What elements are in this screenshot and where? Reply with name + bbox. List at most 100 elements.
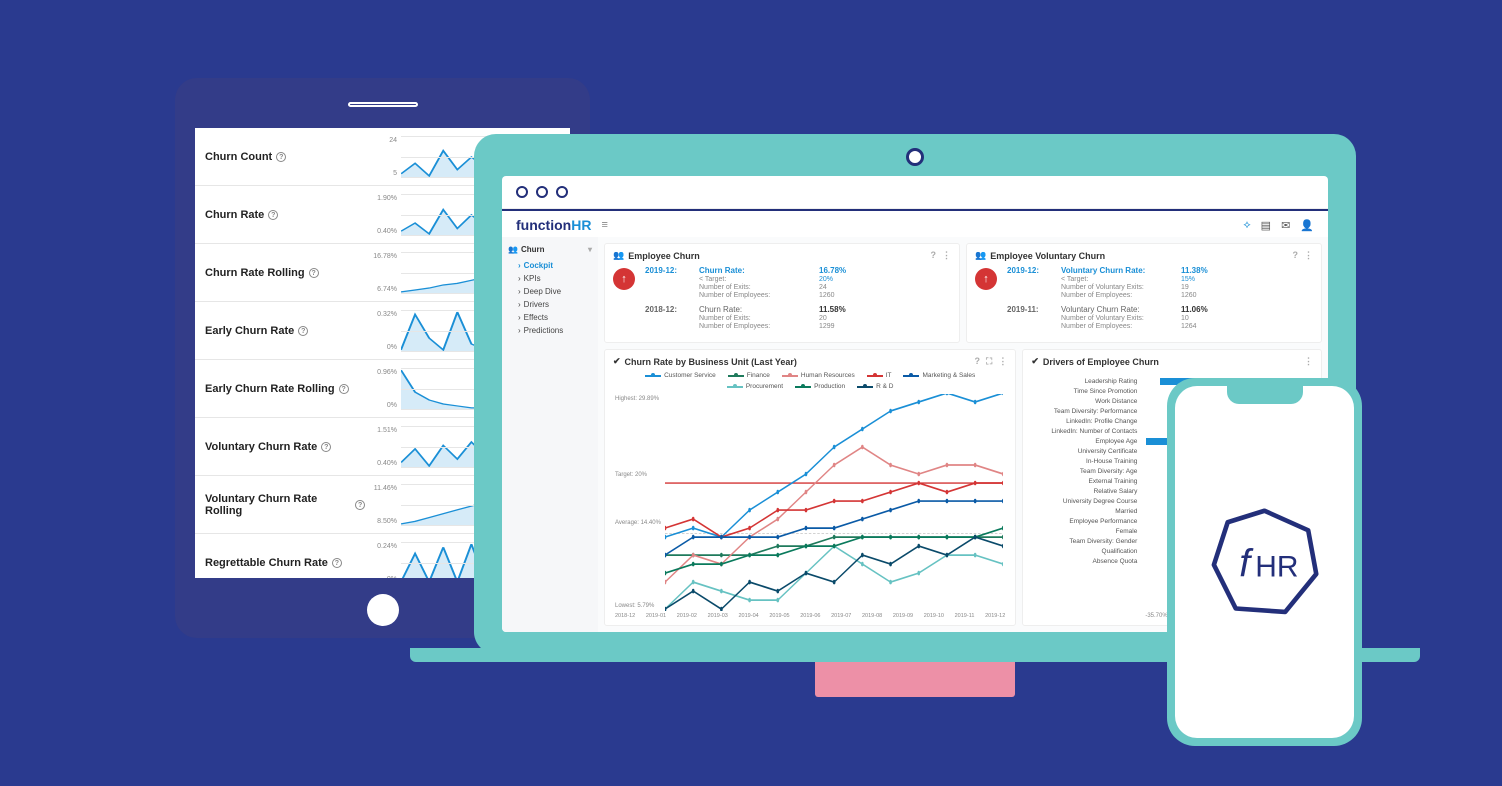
sidebar-item-effects[interactable]: Effects [508, 311, 592, 324]
driver-label: Team Diversity: Age [1031, 468, 1141, 475]
legend-item[interactable]: Human Resources [782, 372, 855, 379]
expand-icon[interactable]: ⛶ [986, 356, 992, 367]
card-title: Drivers of Employee Churn [1043, 357, 1159, 367]
trend-up-icon: ↑ [613, 268, 635, 290]
menu-icon[interactable]: ⋮ [998, 356, 1007, 367]
driver-label: Married [1031, 508, 1141, 515]
driver-label: Team Diversity: Performance [1031, 408, 1141, 415]
sidebar-title[interactable]: 👥 Churn ▾ [508, 245, 592, 254]
driver-label: Absence Quota [1031, 558, 1141, 565]
sidebar-item-cockpit[interactable]: Cockpit [508, 259, 592, 272]
help-icon[interactable]: ? [339, 384, 349, 394]
user-icon[interactable]: 👤 [1300, 219, 1314, 232]
logo-text: function [516, 217, 571, 233]
check-icon: ✔ [1031, 356, 1039, 367]
legend-item[interactable]: R & D [857, 383, 893, 390]
check-icon: ✔ [613, 356, 621, 367]
x-tick: 2019-11 [955, 613, 975, 619]
legend-item[interactable]: Marketing & Sales [903, 372, 975, 379]
kpi-label: Churn Count? [205, 151, 365, 163]
logo-suffix: HR [571, 217, 591, 233]
hamburger-icon[interactable]: ≡ [601, 219, 607, 231]
help-icon[interactable]: ? [276, 152, 286, 162]
driver-label: Employee Performance [1031, 518, 1141, 525]
phone-screen: f HR [1175, 386, 1354, 738]
top-cards-row: 👥Employee Churn ?⋮ ↑ 2019-12:Churn Rate:… [604, 243, 1322, 343]
kpi-label: Early Churn Rate? [205, 325, 365, 337]
svg-text:HR: HR [1255, 550, 1298, 583]
card-title: Churn Rate by Business Unit (Last Year) [625, 357, 797, 367]
legend-item[interactable]: Finance [728, 372, 770, 379]
kpi-range: 1.90%0.40% [365, 195, 401, 235]
sidebar-item-predictions[interactable]: Predictions [508, 324, 592, 337]
x-tick: 2018-12 [615, 613, 635, 619]
x-tick: 2019-10 [924, 613, 944, 619]
legend-item[interactable]: IT [867, 372, 892, 379]
sidebar: 👥 Churn ▾ CockpitKPIsDeep DiveDriversEff… [502, 237, 598, 632]
camera-icon [906, 148, 924, 166]
driver-label: Employee Age [1031, 438, 1141, 445]
help-icon[interactable]: ? [975, 356, 981, 367]
tablet-home-button[interactable] [367, 594, 399, 626]
lowest-label: Lowest: 5.79% [615, 603, 654, 609]
browser-window-controls [502, 176, 1328, 209]
help-icon[interactable]: ? [268, 210, 278, 220]
legend-item[interactable]: Production [795, 383, 845, 390]
app-logo[interactable]: functionHR [516, 217, 591, 233]
legend-item[interactable]: Customer Service [645, 372, 716, 379]
users-icon: 👥 [508, 245, 518, 254]
help-icon[interactable]: ? [931, 250, 937, 261]
help-icon[interactable]: ? [309, 268, 319, 278]
kpi-label: Early Churn Rate Rolling? [205, 383, 365, 395]
x-tick: 2019-02 [677, 613, 697, 619]
driver-label: Team Diversity: Gender [1031, 538, 1141, 545]
kpi-range: 0.32%0% [365, 311, 401, 351]
window-dot[interactable] [516, 186, 528, 198]
target-label: Target: 20% [615, 472, 647, 478]
menu-icon[interactable]: ⋮ [942, 250, 951, 261]
sidebar-item-drivers[interactable]: Drivers [508, 298, 592, 311]
svg-text:f: f [1239, 542, 1254, 585]
menu-icon[interactable]: ⋮ [1304, 356, 1313, 367]
kpi-range: 0.96%0% [365, 369, 401, 409]
help-icon[interactable]: ? [332, 558, 342, 568]
menu-icon[interactable]: ⋮ [1304, 250, 1313, 261]
x-tick: 2019-03 [708, 613, 728, 619]
driver-label: University Certificate [1031, 448, 1141, 455]
driver-label: Leadership Rating [1031, 378, 1141, 385]
users-icon: 👥 [975, 250, 986, 261]
save-icon[interactable]: ▤ [1261, 219, 1271, 232]
driver-label: External Training [1031, 478, 1141, 485]
driver-label: Relative Salary [1031, 488, 1141, 495]
help-icon[interactable]: ? [355, 500, 365, 510]
kpi-range: 1.51%0.40% [365, 427, 401, 467]
sidebar-item-deep-dive[interactable]: Deep Dive [508, 285, 592, 298]
x-tick: 2019-09 [893, 613, 913, 619]
help-icon[interactable]: ? [321, 442, 331, 452]
line-chart-area: Highest: 29.89% Target: 20% Average: 14.… [613, 394, 1007, 611]
chevron-down-icon[interactable]: ▾ [588, 245, 592, 254]
card-title: Employee Voluntary Churn [990, 251, 1105, 261]
x-tick: 2019-01 [646, 613, 666, 619]
card-title: Employee Churn [628, 251, 700, 261]
window-dot[interactable] [556, 186, 568, 198]
help-icon[interactable]: ? [1293, 250, 1299, 261]
highest-label: Highest: 29.89% [615, 396, 659, 402]
kpi-range: 11.46%8.50% [365, 485, 401, 525]
kpi-range: 245 [365, 137, 401, 177]
kpi-label: Voluntary Churn Rate Rolling? [205, 493, 365, 517]
mail-icon[interactable]: ✉ [1281, 219, 1290, 232]
average-label: Average: 14.40% [615, 520, 661, 526]
x-tick: 2019-04 [739, 613, 759, 619]
voluntary-churn-card: 👥Employee Voluntary Churn ?⋮ ↑ 2019-12:V… [966, 243, 1322, 343]
help-icon[interactable]: ? [298, 326, 308, 336]
kpi-label: Churn Rate? [205, 209, 365, 221]
driver-label: LinkedIn: Profile Change [1031, 418, 1141, 425]
driver-label: Female [1031, 528, 1141, 535]
location-icon[interactable]: ⟡ [1243, 219, 1250, 232]
driver-label: University Degree Course [1031, 498, 1141, 505]
sidebar-item-kpis[interactable]: KPIs [508, 272, 592, 285]
window-dot[interactable] [536, 186, 548, 198]
driver-label: In-House Training [1031, 458, 1141, 465]
legend-item[interactable]: Procurement [727, 383, 783, 390]
